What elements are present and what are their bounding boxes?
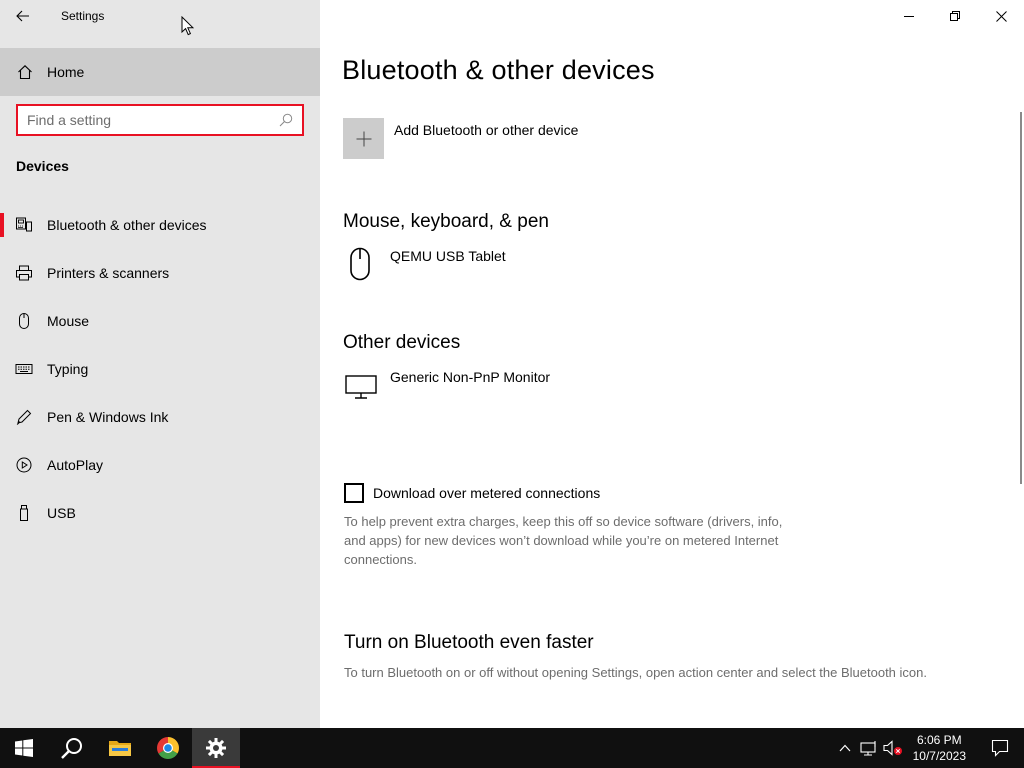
pen-icon <box>15 408 33 426</box>
mouse-keyboard-pen-heading: Mouse, keyboard, & pen <box>343 211 549 232</box>
bluetooth-faster-heading: Turn on Bluetooth even faster <box>344 632 594 653</box>
restore-button[interactable] <box>932 0 978 32</box>
device-qemu-usb-tablet[interactable]: QEMU USB Tablet <box>343 246 506 282</box>
clock-date: 10/7/2023 <box>912 749 966 763</box>
sidebar-item-mouse[interactable]: Mouse <box>0 297 320 345</box>
taskbar: 6:06 PM 10/7/2023 <box>0 728 1024 768</box>
sidebar-item-autoplay[interactable]: AutoPlay <box>0 441 320 489</box>
chevron-up-icon <box>839 744 851 752</box>
sidebar-item-label: Printers & scanners <box>47 265 170 281</box>
active-indicator <box>0 213 4 237</box>
metered-connections-option[interactable]: Download over metered connections <box>344 483 600 503</box>
show-hidden-icons-button[interactable] <box>833 728 857 768</box>
other-devices-heading: Other devices <box>343 332 461 353</box>
keyboard-icon <box>15 360 33 378</box>
gear-icon <box>206 738 226 758</box>
network-icon <box>860 741 876 756</box>
search-input[interactable] <box>18 106 270 134</box>
folder-icon <box>109 741 131 756</box>
autoplay-icon <box>15 456 33 474</box>
windows-logo-icon <box>15 739 33 757</box>
mouse-icon <box>15 312 33 330</box>
close-icon <box>995 10 1007 22</box>
sidebar-item-label: Bluetooth & other devices <box>47 217 207 233</box>
close-button[interactable] <box>978 0 1024 32</box>
network-tray-button[interactable] <box>857 728 881 768</box>
add-device-button[interactable]: Add Bluetooth or other device <box>343 118 578 159</box>
metered-help-text: To help prevent extra charges, keep this… <box>344 514 783 567</box>
chrome-icon <box>157 737 179 759</box>
search-icon[interactable] <box>270 106 302 134</box>
sidebar-item-label: Pen & Windows Ink <box>47 409 169 425</box>
taskbar-clock[interactable]: 6:06 PM 10/7/2023 <box>913 732 966 764</box>
minimize-icon <box>904 16 914 17</box>
taskbar-search-button[interactable] <box>48 728 96 768</box>
add-device-label: Add Bluetooth or other device <box>394 122 579 138</box>
back-button[interactable] <box>0 0 46 32</box>
sidebar-item-pen[interactable]: Pen & Windows Ink <box>0 393 320 441</box>
sidebar-item-label: Typing <box>47 361 89 377</box>
metered-checkbox[interactable] <box>344 483 364 503</box>
settings-sidebar: Settings Home Devices Bluetooth & other … <box>0 0 320 728</box>
scrollbar[interactable] <box>1020 112 1022 484</box>
search-icon <box>61 738 82 759</box>
home-label: Home <box>47 64 85 80</box>
plus-icon <box>356 131 371 146</box>
search-box[interactable] <box>16 104 304 136</box>
sidebar-item-typing[interactable]: Typing <box>0 345 320 393</box>
sidebar-item-printers[interactable]: Printers & scanners <box>0 249 320 297</box>
section-heading: Devices <box>16 158 69 174</box>
window-controls <box>886 0 1024 32</box>
volume-tray-button[interactable] <box>881 728 905 768</box>
clock-time: 6:06 PM <box>916 733 962 747</box>
device-name: QEMU USB Tablet <box>390 248 506 264</box>
monitor-icon <box>343 367 379 403</box>
device-name: Generic Non-PnP Monitor <box>390 369 551 385</box>
home-nav-item[interactable]: Home <box>0 48 320 96</box>
sidebar-item-bluetooth[interactable]: Bluetooth & other devices <box>0 201 320 249</box>
page-title: Bluetooth & other devices <box>342 55 655 85</box>
sidebar-item-label: Mouse <box>47 313 90 329</box>
taskbar-chrome[interactable] <box>144 728 192 768</box>
action-center-button[interactable] <box>976 728 1024 768</box>
bluetooth-devices-icon <box>15 216 33 234</box>
app-title: Settings <box>61 9 105 23</box>
home-icon <box>17 64 33 80</box>
restore-icon <box>950 11 960 21</box>
bluetooth-faster-text: To turn Bluetooth on or off without open… <box>344 665 927 680</box>
system-tray: 6:06 PM 10/7/2023 <box>833 728 1024 768</box>
main-content: Bluetooth & other devices Add Bluetooth … <box>320 0 1024 728</box>
usb-icon <box>15 504 33 522</box>
taskbar-file-explorer[interactable] <box>96 728 144 768</box>
sidebar-item-usb[interactable]: USB <box>0 489 320 537</box>
metered-checkbox-label: Download over metered connections <box>373 485 601 501</box>
start-button[interactable] <box>0 728 48 768</box>
add-tile <box>343 118 384 159</box>
sidebar-item-label: USB <box>47 505 76 521</box>
sidebar-item-label: AutoPlay <box>47 457 104 473</box>
mouse-icon <box>343 246 379 282</box>
notification-icon <box>991 739 1009 757</box>
minimize-button[interactable] <box>886 0 932 32</box>
taskbar-settings[interactable] <box>192 728 240 768</box>
mouse-cursor-icon <box>181 16 194 36</box>
titlebar-left: Settings <box>0 0 320 32</box>
devices-nav: Bluetooth & other devices Printers & sca… <box>0 201 320 537</box>
printer-icon <box>15 264 33 282</box>
volume-muted-icon <box>883 740 902 756</box>
back-arrow-icon <box>16 10 29 22</box>
device-generic-monitor[interactable]: Generic Non-PnP Monitor <box>343 367 550 403</box>
